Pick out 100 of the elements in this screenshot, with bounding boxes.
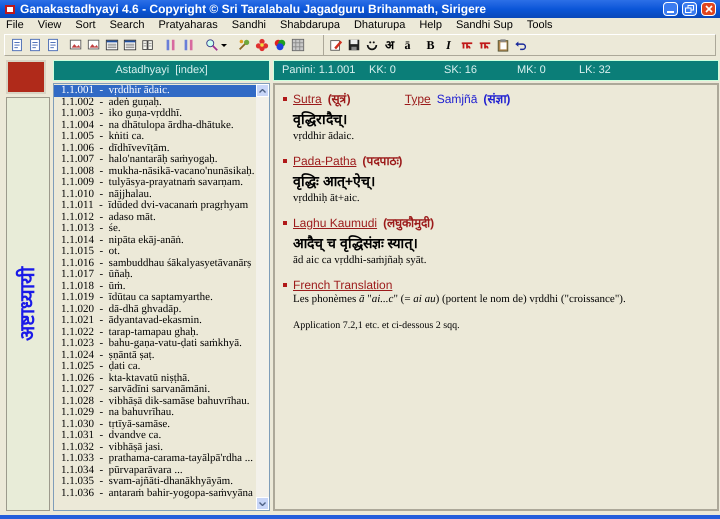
app-icon [4, 3, 16, 15]
list-item[interactable]: 1.1.027 - sarvādīni sarvanāmāni. [54, 384, 256, 396]
toolbar-button[interactable]: B [422, 36, 439, 54]
list-item[interactable]: 1.1.033 - prathama-carama-tayālpā'rdha ... [54, 453, 256, 464]
list-item[interactable]: 1.1.030 - tṛtīyā-samāse. [54, 418, 256, 430]
close-button[interactable] [701, 2, 716, 16]
type-link[interactable]: Type [404, 91, 431, 107]
list-item[interactable]: 1.1.023 - bahu-gaṇa-vatu-ḍati saṁkhyā. [54, 338, 256, 350]
clipboard-icon [496, 38, 510, 52]
restore-button[interactable] [682, 2, 697, 16]
note-text: Application 7.2,1 etc. et ci-dessous 2 sqq. [293, 319, 461, 333]
list-item[interactable]: 1.1.003 - iko guṇa-vṛddhī. [54, 108, 256, 120]
menu-item[interactable]: Pratyaharas [158, 16, 218, 34]
list-item[interactable]: 1.1.019 - īdūtau ca saptamyarthe. [54, 292, 256, 304]
picture-icon [86, 38, 100, 52]
columns-icon [182, 38, 196, 52]
list-item[interactable]: 1.1.020 - dā-dhā ghvadāp. [54, 304, 256, 315]
list-item[interactable]: 1.1.034 - pūrvaparāvara ... [54, 464, 256, 476]
list-item[interactable]: 1.1.021 - ādyantavad-ekasmin. [54, 315, 256, 326]
list-item[interactable]: 1.1.004 - na dhātulopa ārdha-dhātuke. [54, 120, 256, 131]
list-item[interactable]: 1.1.028 - vibhāṣā dik-samāse bahuvrīhau. [54, 396, 256, 407]
header-field: Panini: 1.1.001 [282, 64, 356, 76]
list-item[interactable]: 1.1.035 - svam-ajñāti-dhanākhyāyām. [54, 476, 256, 488]
list-item[interactable]: 1.1.032 - vibhāṣā jasi. [54, 442, 256, 453]
menu-item[interactable]: Sort [75, 16, 96, 34]
minimize-button[interactable] [663, 2, 678, 16]
header-field: KK: 0 [369, 64, 396, 76]
section-link[interactable]: Laghu Kaumudi [293, 215, 378, 231]
menu-item[interactable]: Sandhi [232, 16, 266, 34]
list-item[interactable]: 1.1.024 - ṣṇāntā ṣaṭ. [54, 350, 256, 361]
section-title-devanagari: (सूत्रं) [328, 91, 351, 107]
chevron-up-icon [259, 88, 266, 92]
menu-item[interactable]: File [6, 16, 24, 34]
pencil-paper-icon [328, 38, 342, 52]
list-item[interactable]: 1.1.011 - īdūded dvi-vacanaṁ pragṛhyam [54, 200, 256, 212]
menu-item[interactable]: Tools [526, 16, 553, 34]
list-item[interactable]: 1.1.008 - mukha-nāsikā-vacano'nunāsikaḥ. [54, 166, 256, 177]
close-icon [704, 5, 712, 13]
toolbar-button[interactable]: अ [381, 36, 398, 54]
menu-item[interactable]: Help [419, 16, 442, 34]
type-value: Saṁjñā [436, 91, 478, 107]
section-link[interactable]: Sutra [293, 91, 322, 107]
list-item[interactable]: 1.1.002 - adeṅ guṇaḥ. [54, 96, 256, 108]
bullet-icon [283, 159, 287, 163]
devanagari-text: वृद्धिरादैच्। [293, 110, 348, 129]
list-item[interactable]: 1.1.026 - kta-ktavatū niṣṭhā. [54, 372, 256, 384]
photo-placeholder [6, 60, 46, 94]
transliteration-text: vṛddhiḥ āt+aic. [293, 191, 361, 205]
header-field: SK: 16 [444, 64, 478, 76]
menu-item[interactable]: Dhaturupa [354, 16, 406, 34]
toolbar-button[interactable]: ā [399, 36, 416, 54]
menu-item[interactable]: Search [110, 16, 144, 34]
flower-icon [254, 38, 268, 52]
window-title: Ganakastadhyayi 4.6 - Copyright © Sri Taralabalu Jagadguru Brihanmath, Sirigere [20, 1, 488, 18]
panel-header: Astadhyayi [index] [53, 60, 270, 81]
document-icon [10, 38, 24, 52]
list-item[interactable]: 1.1.022 - tarap-tamapau ghaḥ. [54, 326, 256, 338]
list-item[interactable]: 1.1.010 - nājjhalau. [54, 188, 256, 200]
tools-icon [236, 38, 250, 52]
list-item[interactable]: 1.1.031 - dvandve ca. [54, 430, 256, 442]
transliteration-text: ād aic ca vṛddhi-saṁjñaḥ syāt. [293, 253, 428, 267]
type-devanagari: (संज्ञा) [483, 91, 510, 107]
list-item[interactable]: 1.1.006 - dīdhīvevīṭām. [54, 142, 256, 154]
list-item[interactable]: 1.1.029 - na bahuvrīhau. [54, 407, 256, 418]
section-link[interactable]: French Translation [293, 277, 392, 293]
scroll-up-button[interactable] [256, 84, 269, 97]
list-item[interactable]: 1.1.012 - adaso māt. [54, 212, 256, 223]
menu-item[interactable]: Sandhi Sup [456, 16, 513, 34]
document-icon [46, 38, 60, 52]
list-item[interactable]: 1.1.015 - ot. [54, 246, 256, 258]
list-item[interactable]: 1.1.018 - ūṁ. [54, 280, 256, 292]
section-link[interactable]: Pada-Patha [293, 153, 356, 169]
list-item[interactable]: 1.1.017 - ūñaḥ. [54, 269, 256, 280]
picture-icon [68, 38, 82, 52]
list-item[interactable]: 1.1.009 - tulyāsya-prayatnaṁ savarṇam. [54, 177, 256, 188]
list-item[interactable]: 1.1.036 - antaraṁ bahir-yogopa-saṁvyāna [54, 488, 256, 499]
transliteration-text: vṛddhir ādaic. [293, 129, 356, 143]
list-item[interactable]: 1.1.001 - vṛddhir ādaic. [54, 85, 256, 96]
list-item[interactable]: 1.1.005 - kṅiti ca. [54, 131, 256, 142]
section-title-devanagari: (लघुकौमुदी) [383, 215, 434, 231]
header-field: MK: 0 [517, 64, 546, 76]
window-icon [104, 38, 118, 52]
list-item[interactable]: 1.1.013 - śe. [54, 223, 256, 234]
menu-item[interactable]: Shabdarupa [280, 16, 340, 34]
caret-icon [221, 44, 227, 46]
scroll-down-button[interactable] [256, 497, 269, 510]
header-field: LK: 32 [579, 64, 611, 76]
devanagari-text: आदैच् च वृद्धिसंज्ञः स्यात्। [293, 234, 419, 253]
document-icon [28, 38, 42, 52]
menu-item[interactable]: View [38, 16, 62, 34]
grid-icon [290, 38, 304, 52]
scrollbar[interactable] [256, 84, 269, 510]
window-icon [122, 38, 136, 52]
list-item[interactable]: 1.1.025 - ḍati ca. [54, 361, 256, 372]
toolbar-button[interactable]: I [440, 36, 457, 54]
vertical-title: अष्टाध्यायी [14, 267, 40, 341]
list-item[interactable]: 1.1.016 - sambuddhau śākalyasyetāvanārṣ [54, 258, 256, 269]
list-item[interactable]: 1.1.007 - halo'nantarāḥ saṁyogaḥ. [54, 154, 256, 166]
list-item[interactable]: 1.1.014 - nipāta ekāj-anāṅ. [54, 234, 256, 246]
chevron-down-icon [259, 502, 266, 506]
